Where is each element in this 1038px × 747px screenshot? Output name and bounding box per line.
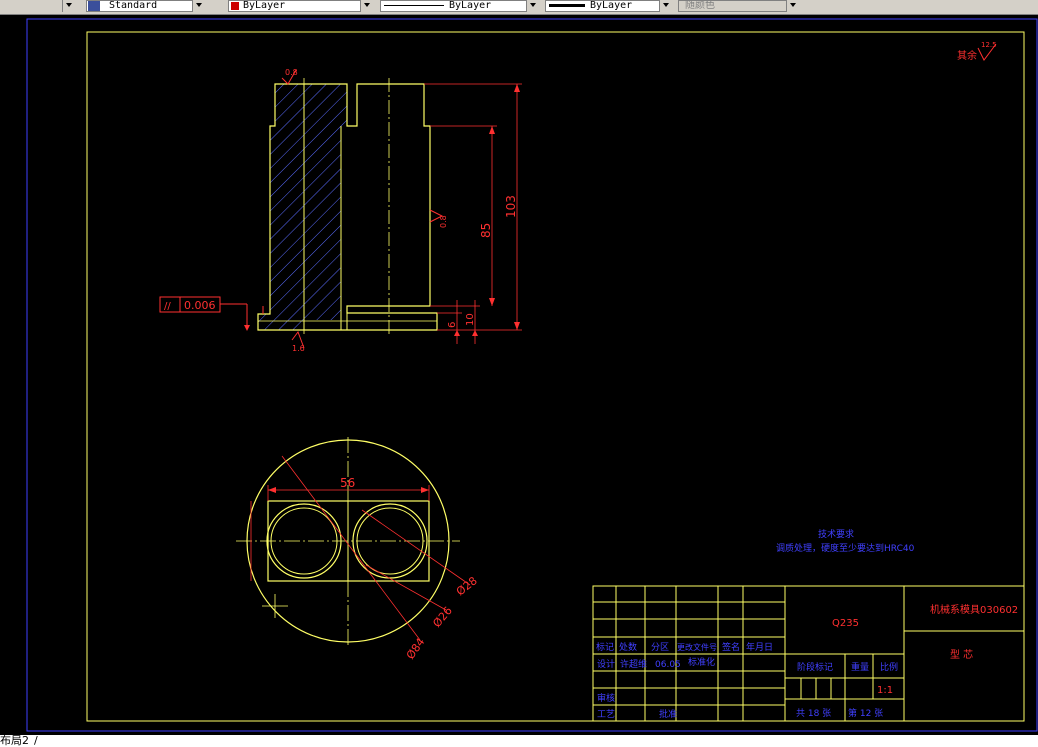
layer-dropdown-arrow[interactable]: [62, 0, 74, 12]
section-hatch: [258, 84, 347, 330]
tb-design-label: 设计: [597, 658, 615, 670]
dia-28-text: Ø28: [454, 574, 480, 598]
text-style-dropdown[interactable]: Standard: [86, 0, 204, 12]
color-control-arrow[interactable]: [360, 0, 372, 12]
tb-header-change-doc: 更改文件号: [677, 642, 717, 652]
layout-tab-bar: 布局2 /: [0, 735, 1038, 747]
roughness-right-value: 0.8: [439, 215, 448, 228]
linetype-control-dropdown[interactable]: ByLayer: [380, 0, 538, 12]
front-view: 0.8 0.8 1.6 // 0.006 103 85 6 10: [159, 68, 522, 353]
parallelism-symbol-icon: //: [164, 301, 171, 312]
tb-review-label: 审核: [597, 692, 615, 704]
dim-85-text: 85: [479, 223, 493, 238]
tb-header-mark: 标记: [596, 641, 614, 653]
tb-design-date: 06.05: [655, 660, 681, 670]
surface-finish-note: 其余 12.5: [957, 41, 997, 62]
dim-103-text: 103: [504, 195, 518, 218]
properties-toolbar: Standard ByLayer ByLayer ByLayer 随颜色: [0, 0, 1038, 15]
text-style-value: Standard: [109, 0, 158, 11]
dim-56-text: 56: [340, 476, 355, 490]
tb-header-count: 处数: [619, 641, 637, 653]
plot-style-arrow[interactable]: [786, 0, 798, 12]
text-style-icon: [88, 1, 100, 11]
linetype-control-value: ByLayer: [449, 0, 492, 11]
tab-separator-icon: /: [34, 734, 38, 747]
plot-style-dropdown[interactable]: 随颜色: [678, 0, 798, 12]
dim-10-text: 10: [465, 313, 476, 326]
title-block-text: 标记 处数 分区 更改文件号 签名 年月日 设计 许超维 06.05 标准化 审…: [596, 603, 1018, 720]
drawing-frame: [86, 31, 1025, 722]
technical-requirements: 技术要求 调质处理，硬度至少要达到HRC40: [776, 528, 915, 554]
tb-company: 机械系模具030602: [930, 603, 1018, 616]
tb-stage-label: 阶段标记: [797, 661, 833, 673]
tb-scale-value: 1:1: [877, 685, 893, 696]
tb-standardize-label: 标准化: [688, 656, 715, 668]
color-control-dropdown[interactable]: ByLayer: [228, 0, 372, 12]
tb-weight-label: 重量: [851, 661, 869, 673]
roughness-bottom-value: 1.6: [292, 344, 305, 353]
tb-part-name: 型 芯: [950, 648, 973, 661]
layout-tab-2[interactable]: 布局2: [0, 735, 29, 747]
lineweight-control-arrow[interactable]: [659, 0, 671, 12]
plot-style-value: 随颜色: [685, 0, 715, 11]
tb-sheet-no: 第 12 张: [848, 707, 883, 719]
text-style-arrow[interactable]: [192, 0, 204, 12]
tb-header-sign: 签名: [722, 641, 740, 653]
linetype-control-arrow[interactable]: [526, 0, 538, 12]
roughness-top-value: 0.8: [285, 68, 298, 77]
paper-boundary: [26, 18, 1038, 732]
surface-finish-label: 其余: [957, 49, 977, 62]
tb-approve-label: 批准: [659, 708, 677, 720]
color-control-value: ByLayer: [243, 0, 286, 11]
tb-header-zone: 分区: [651, 642, 669, 653]
linetype-sample-icon: [384, 5, 444, 6]
dia-26-leader: [365, 564, 447, 611]
tb-process-label: 工艺: [597, 709, 615, 720]
lineweight-control-value: ByLayer: [590, 0, 633, 11]
dia-26-text: Ø26: [430, 604, 455, 630]
top-view: 56 Ø28 Ø26 Ø84: [236, 437, 480, 662]
dia-84-text: Ø84: [404, 636, 428, 662]
tb-material: Q235: [832, 618, 859, 629]
tb-header-date: 年月日: [746, 641, 773, 653]
color-swatch-icon: [231, 2, 239, 10]
tb-scale-label: 比例: [880, 661, 898, 673]
drawing-canvas[interactable]: 其余 12.5 0.8 0.8 1.6 // 0.006 103 85 6 10…: [0, 15, 1038, 735]
tech-req-text: 调质处理，硬度至少要达到HRC40: [776, 542, 915, 554]
tb-total-sheets: 共 18 张: [796, 708, 831, 719]
parallelism-value: 0.006: [184, 299, 216, 312]
tech-req-title: 技术要求: [818, 528, 854, 540]
dim-6-text: 6: [447, 322, 458, 328]
surface-finish-value: 12.5: [981, 41, 997, 49]
tb-designer: 许超维: [620, 658, 647, 670]
lineweight-sample-icon: [549, 4, 585, 7]
